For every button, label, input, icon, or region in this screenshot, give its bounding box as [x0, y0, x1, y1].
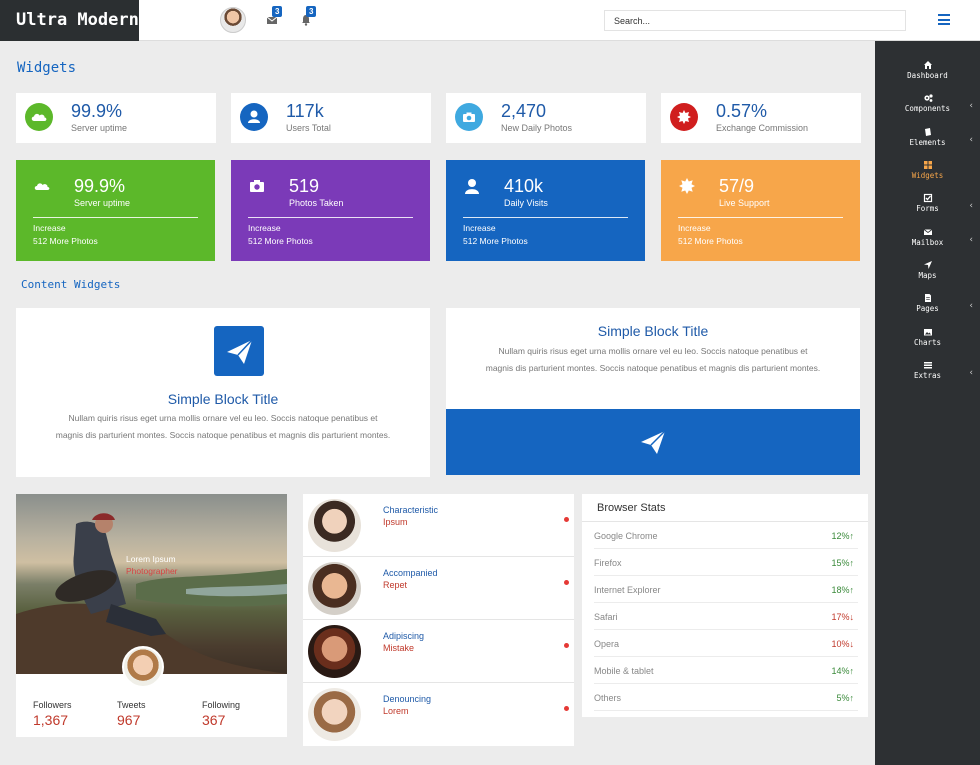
chevron-left-icon: ‹	[969, 101, 973, 111]
home-icon	[923, 61, 932, 69]
sidebar-item-charts[interactable]: Charts	[875, 327, 980, 357]
trend-up-icon: ↑	[849, 531, 855, 541]
certificate-icon	[670, 103, 698, 131]
sidebar-item-pages[interactable]: Pages ‹	[875, 293, 980, 323]
sidebar-item-extras[interactable]: Extras ‹	[875, 360, 980, 390]
sidebar-item-components[interactable]: Components ‹	[875, 93, 980, 123]
top-bar: Ultra Modern 3 3	[0, 0, 980, 41]
cogs-icon	[923, 94, 933, 102]
trend-down-icon: ↓	[849, 612, 855, 622]
stat-card-exchange-commission: 0.57% Exchange Commission	[661, 93, 861, 143]
table-row: Opera 10%↓	[594, 630, 858, 657]
color-card-server-uptime: 99.9% Server uptime Increase 512 More Ph…	[16, 160, 215, 261]
list-item[interactable]: Denouncing Lorem	[303, 683, 574, 746]
sidebar-item-mailbox[interactable]: Mailbox ‹	[875, 227, 980, 257]
checkbox-icon	[923, 193, 932, 203]
list-icon	[923, 362, 932, 369]
profile-role: Photographer	[126, 566, 178, 576]
list-item[interactable]: Adipiscing Mistake	[303, 620, 574, 683]
list-item[interactable]: Accompanied Repet	[303, 557, 574, 620]
envelope-icon	[923, 229, 932, 235]
card-title: Browser Stats	[597, 502, 666, 514]
chevron-left-icon: ‹	[969, 201, 973, 211]
cloud-icon	[25, 103, 53, 131]
block-title: Simple Block Title	[597, 323, 709, 339]
chevron-left-icon: ‹	[969, 135, 973, 145]
brand-logo[interactable]: Ultra Modern	[0, 0, 139, 41]
status-dot	[564, 706, 569, 711]
trend-up-icon: ↑	[849, 666, 855, 676]
color-card-live-support: 57/9 Live Support Increase 512 More Phot…	[661, 160, 860, 261]
color-card-daily-visits: 410k Daily Visits Increase 512 More Phot…	[446, 160, 645, 261]
file-icon	[924, 294, 931, 302]
list-avatar	[308, 499, 361, 552]
chevron-left-icon: ‹	[969, 301, 973, 311]
chevron-left-icon: ‹	[969, 368, 973, 378]
simple-block-icon-top: Simple Block Title Nullam quiris risus e…	[16, 308, 430, 477]
table-row: Internet Explorer 18%↑	[594, 576, 858, 603]
table-row: Firefox 15%↑	[594, 549, 858, 576]
camera-icon	[455, 103, 483, 131]
trend-up-icon: ↑	[849, 558, 855, 568]
section-title: Content Widgets	[21, 278, 121, 291]
browser-stats-card: Browser Stats Google Chrome 12%↑ Firefox…	[582, 494, 868, 717]
status-dot	[564, 580, 569, 585]
table-row: Safari 17%↓	[594, 603, 858, 630]
color-card-photos-taken: 519 Photos Taken Increase 512 More Photo…	[231, 160, 430, 261]
contact-list: Characteristic Ipsum Accompanied Repet A…	[303, 494, 574, 746]
camera-icon	[250, 180, 264, 192]
cloud-icon	[34, 183, 50, 190]
profile-card: Lorem Ipsum Photographer Followers 1,367…	[16, 494, 287, 737]
sidebar-item-widgets[interactable]: Widgets	[875, 160, 980, 190]
trend-up-icon: ↑	[849, 585, 855, 595]
block-footer	[446, 409, 860, 475]
notification-count-badge: 3	[306, 6, 317, 17]
sidebar: Dashboard Components ‹ Elements ‹ Widget…	[875, 41, 980, 765]
paper-plane-icon	[641, 430, 666, 454]
user-avatar[interactable]	[220, 7, 246, 33]
table-row: Others 5%↑	[594, 684, 858, 711]
stat-card-server-uptime: 99.9% Server uptime	[16, 93, 216, 143]
stat-followers: Followers 1,367	[33, 700, 72, 728]
bell-icon[interactable]: 3	[300, 6, 317, 27]
certificate-icon	[679, 178, 695, 194]
table-row: Google Chrome 12%↑	[594, 522, 858, 549]
sidebar-item-forms[interactable]: Forms ‹	[875, 193, 980, 223]
block-text: Nullam quiris risus eget urna mollis orn…	[55, 413, 391, 440]
stat-card-daily-photos: 2,470 New Daily Photos	[446, 93, 646, 143]
chevron-left-icon: ‹	[969, 235, 973, 245]
book-icon	[924, 128, 931, 136]
mail-icon[interactable]: 3	[266, 6, 283, 27]
table-row: Mobile & tablet 14%↑	[594, 657, 858, 684]
trend-up-icon: ↑	[849, 693, 855, 703]
simple-block-icon-bottom: Simple Block Title Nullam quiris risus e…	[446, 308, 860, 475]
mail-count-badge: 3	[272, 6, 283, 17]
grid-icon	[923, 161, 932, 169]
image-icon	[923, 329, 932, 336]
location-arrow-icon	[923, 261, 932, 269]
profile-name: Lorem Ipsum	[126, 554, 176, 564]
block-title: Simple Block Title	[167, 391, 279, 407]
profile-avatar[interactable]	[122, 646, 164, 688]
sidebar-item-dashboard[interactable]: Dashboard	[875, 60, 980, 90]
paper-plane-icon	[214, 326, 264, 376]
status-dot	[564, 517, 569, 522]
status-dot	[564, 643, 569, 648]
block-text: Nullam quiris risus eget urna mollis orn…	[485, 346, 821, 373]
user-icon	[465, 179, 479, 194]
list-avatar	[308, 562, 361, 615]
trend-down-icon: ↓	[849, 639, 855, 649]
list-avatar	[308, 625, 361, 678]
list-avatar	[308, 688, 361, 741]
menu-toggle-icon[interactable]	[938, 14, 950, 25]
list-item[interactable]: Characteristic Ipsum	[303, 494, 574, 557]
user-icon	[240, 103, 268, 131]
page-title: Widgets	[17, 60, 77, 76]
sidebar-item-elements[interactable]: Elements ‹	[875, 127, 980, 157]
search-input[interactable]	[604, 10, 906, 31]
sidebar-item-maps[interactable]: Maps	[875, 260, 980, 290]
stat-following: Following 367	[202, 700, 241, 728]
stat-tweets: Tweets 967	[117, 700, 146, 728]
stat-card-users-total: 117k Users Total	[231, 93, 431, 143]
